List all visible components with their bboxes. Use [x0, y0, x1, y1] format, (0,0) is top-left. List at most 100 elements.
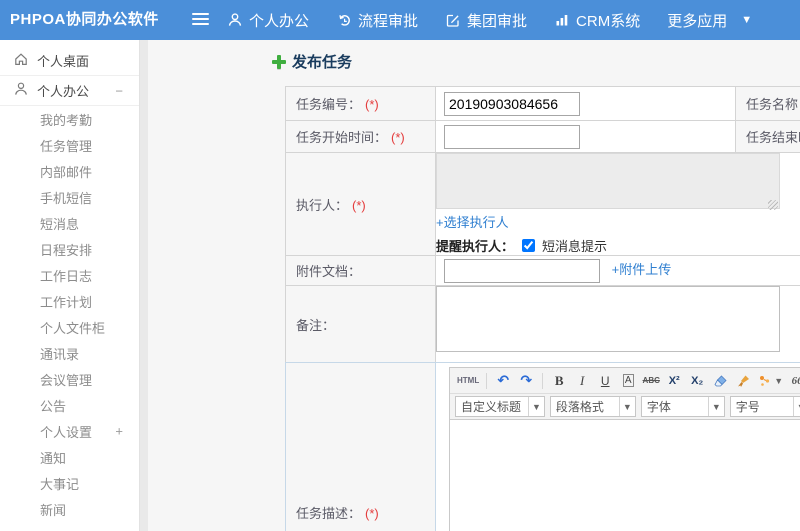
user-icon — [13, 81, 29, 100]
required-marker: (*) — [365, 505, 379, 521]
task-number-input[interactable] — [444, 91, 580, 116]
history-icon — [336, 12, 352, 28]
executor-cell: +选择执行人 提醒执行人： 短消息提示 — [435, 152, 800, 256]
font-border-button[interactable]: A — [617, 371, 639, 390]
end-time-label-cell: 任务结束时间：(*) — [735, 120, 800, 153]
nav-label: 流程审批 — [358, 12, 419, 30]
executor-textarea[interactable] — [436, 153, 780, 209]
editor-content-area[interactable] — [450, 420, 800, 531]
top-navbar: PHPOA协同办公软件 个人办公 流程审批 集团审批 CRM系统 更多应用 ▼ — [0, 0, 800, 40]
sidebar-item-meeting-management[interactable]: 会议管理 — [0, 366, 139, 392]
caret-down-icon: ▼ — [774, 375, 784, 386]
attachment-input[interactable] — [444, 258, 600, 283]
sms-remind-checkbox[interactable] — [522, 239, 536, 252]
remark-cell — [435, 285, 800, 363]
bold-button[interactable]: B — [548, 371, 570, 390]
sidebar-item-label: 个人桌面 — [37, 54, 90, 69]
sidebar-item-schedule[interactable]: 日程安排 — [0, 236, 139, 262]
sidebar-item-personal-desktop[interactable]: 个人桌面 — [0, 46, 139, 76]
start-time-label-cell: 任务开始时间： (*) — [285, 120, 436, 153]
nav-label: CRM系统 — [576, 12, 641, 30]
user-icon — [227, 12, 243, 28]
custom-title-dropdown[interactable]: 自定义标题 ▼ — [455, 396, 545, 417]
undo-button[interactable]: ↶ — [492, 371, 514, 390]
sidebar-item-major-events[interactable]: 大事记 — [0, 470, 139, 496]
task-form-table: 任务编号：(*) 任务名称：(*) 任务开始时间：(*) 任务结束时间 — [285, 86, 800, 363]
nav-label: 更多应用 — [667, 12, 728, 30]
caret-down-icon: ▼ — [741, 13, 753, 26]
choose-executor-link[interactable]: +选择执行人 — [436, 215, 509, 230]
expand-icon[interactable]: + — [115, 424, 123, 439]
nav-crm-system[interactable]: CRM系统 — [554, 10, 640, 31]
caret-down-icon: ▼ — [792, 397, 800, 416]
bar-chart-icon — [554, 12, 570, 28]
resize-grip[interactable] — [768, 200, 778, 210]
sidebar-item-work-log[interactable]: 工作日志 — [0, 262, 139, 288]
font-family-dropdown[interactable]: 字体 ▼ — [640, 396, 725, 417]
home-icon — [13, 51, 29, 70]
sidebar-item-work-plan[interactable]: 工作计划 — [0, 288, 139, 314]
description-cell: HTML ↶ ↷ B I U A ABC X² X₂ ▼ 6 自定义标题 ▼ 段… — [435, 362, 800, 531]
blockquote-button[interactable]: 66 — [786, 371, 800, 390]
task-name-label-cell: 任务名称：(*) — [735, 86, 800, 121]
sidebar-item-my-attendance[interactable]: 我的考勤 — [0, 106, 139, 132]
sms-remind-label: 短消息提示 — [542, 239, 608, 254]
attachment-upload-link[interactable]: +附件上传 — [612, 262, 672, 277]
sidebar-item-news[interactable]: 新闻 — [0, 496, 139, 522]
task-number-cell — [435, 86, 736, 121]
attachment-cell: +附件上传 — [435, 255, 800, 286]
sidebar-item-mobile-sms[interactable]: 手机短信 — [0, 184, 139, 210]
sidebar-item-internal-mail[interactable]: 内部邮件 — [0, 158, 139, 184]
sidebar-item-label: 个人办公 — [37, 84, 90, 99]
italic-button[interactable]: I — [571, 371, 593, 390]
nav-label: 集团审批 — [467, 12, 528, 30]
strikethrough-button[interactable]: ABC — [640, 371, 662, 390]
sidebar-item-personal-settings[interactable]: 个人设置 + — [0, 418, 139, 444]
html-source-button[interactable]: HTML — [455, 371, 481, 390]
description-table: 任务描述： (*) HTML ↶ ↷ B I U A ABC X² X₂ ▼ 6… — [285, 362, 800, 531]
sidebar-item-notice[interactable]: 通知 — [0, 444, 139, 470]
executor-label-cell: 执行人： (*) — [285, 152, 436, 256]
nav-group-approval[interactable]: 集团审批 — [445, 10, 527, 31]
nav-workflow-approval[interactable]: 流程审批 — [336, 10, 418, 31]
caret-down-icon: ▼ — [528, 397, 544, 416]
remark-textarea[interactable] — [436, 286, 780, 352]
font-size-dropdown[interactable]: 字号 ▼ — [729, 396, 800, 417]
description-label-cell: 任务描述： (*) — [285, 362, 436, 531]
nav-personal-office[interactable]: 个人办公 — [227, 10, 309, 31]
required-marker: (*) — [365, 97, 379, 112]
edit-icon — [445, 12, 461, 28]
sidebar-item-announcement[interactable]: 公告 — [0, 392, 139, 418]
sidebar-item-contacts[interactable]: 通讯录 — [0, 340, 139, 366]
start-time-input[interactable] — [444, 124, 580, 149]
add-icon — [272, 54, 286, 69]
sidebar-item-personal-office[interactable]: 个人办公 − — [0, 76, 139, 106]
attachment-label-cell: 附件文档： — [285, 255, 436, 286]
task-number-label-cell: 任务编号： (*) — [285, 86, 436, 121]
subscript-button[interactable]: X₂ — [686, 371, 708, 390]
eraser-icon[interactable] — [709, 371, 731, 390]
editor-toolbar-row1: HTML ↶ ↷ B I U A ABC X² X₂ ▼ 6 — [450, 368, 800, 394]
main-content: 发布任务 任务编号：(*) 任务名称：(*) 任务开始时间：(*) — [148, 40, 800, 531]
auto-typeset-icon[interactable]: ▼ — [755, 371, 785, 390]
nav-more-apps[interactable]: 更多应用 ▼ — [667, 10, 752, 31]
menu-icon[interactable] — [192, 13, 209, 27]
editor-toolbar-row2: 自定义标题 ▼ 段落格式 ▼ 字体 ▼ 字号 — [450, 394, 800, 420]
paragraph-format-dropdown[interactable]: 段落格式 ▼ — [549, 396, 636, 417]
nav-label: 个人办公 — [249, 12, 310, 30]
superscript-button[interactable]: X² — [663, 371, 685, 390]
redo-button[interactable]: ↷ — [515, 371, 537, 390]
sidebar-item-personal-files[interactable]: 个人文件柜 — [0, 314, 139, 340]
format-brush-icon[interactable] — [732, 371, 754, 390]
required-marker: (*) — [391, 130, 405, 145]
sidebar-item-task-management[interactable]: 任务管理 — [0, 132, 139, 158]
rich-text-editor: HTML ↶ ↷ B I U A ABC X² X₂ ▼ 6 自定义标题 ▼ 段… — [449, 367, 800, 531]
page-title: 发布任务 — [272, 51, 352, 72]
sidebar-item-short-message[interactable]: 短消息 — [0, 210, 139, 236]
underline-button[interactable]: U — [594, 371, 616, 390]
page-title-text: 发布任务 — [292, 54, 353, 71]
sidebar-item-partial[interactable] — [0, 522, 139, 531]
sidebar: 个人桌面 个人办公 − 我的考勤 任务管理 内部邮件 手机短信 短消息 日程安排… — [0, 40, 140, 531]
collapse-icon[interactable]: − — [115, 83, 123, 98]
remind-executor-label: 提醒执行人： — [436, 239, 515, 254]
